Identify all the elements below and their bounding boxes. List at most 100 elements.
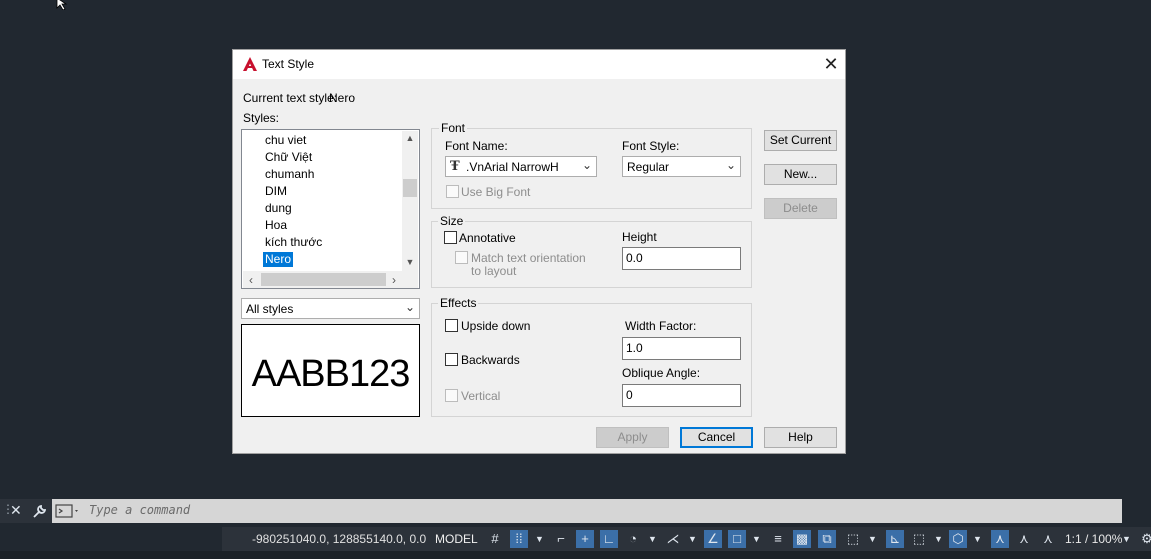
style-item-chu-viet[interactable]: chu viet (263, 133, 308, 148)
styles-vertical-scrollbar[interactable]: ▲ ▼ (402, 131, 418, 271)
chevron-down-icon: ⌄ (404, 300, 415, 314)
size-group-title: Size (438, 214, 466, 228)
effects-group-title: Effects (438, 296, 479, 310)
style-item-chumanh[interactable]: chumanh (263, 167, 316, 182)
ortho-mode-icon[interactable]: ∟ (600, 530, 618, 548)
polar-tracking-icon[interactable]: ◔ (624, 530, 642, 548)
lineweight-icon[interactable]: ≡ (769, 530, 787, 548)
style-item-hoa[interactable]: Hoa (263, 218, 289, 233)
font-name-select[interactable]: Ŧ .VnArial NarrowH ⌄ (445, 156, 597, 177)
selection-cycling-icon[interactable]: ⧉ (818, 530, 836, 548)
styles-filter-value: All styles (246, 302, 294, 316)
close-icon[interactable]: ✕ (821, 54, 841, 74)
chevron-down-icon[interactable]: ▼ (1122, 531, 1131, 547)
chevron-down-icon[interactable]: ▼ (934, 531, 943, 547)
apply-button[interactable]: Apply (596, 427, 669, 448)
isometric-drafting-icon[interactable]: ⋌ (664, 530, 682, 548)
font-name-value: .VnArial NarrowH (466, 160, 559, 174)
dynamic-input-icon[interactable]: + (576, 530, 594, 548)
chevron-down-icon[interactable]: ▼ (648, 531, 657, 547)
font-name-label: Font Name: (445, 139, 508, 153)
style-item-dung[interactable]: dung (263, 201, 294, 216)
transparency-icon[interactable]: ▩ (793, 530, 811, 548)
oblique-angle-input[interactable]: 0 (622, 384, 741, 407)
gizmo-icon[interactable]: ⬡ (949, 530, 967, 548)
annotation-visibility-icon[interactable]: ⋏ (991, 530, 1009, 548)
3d-object-snap-icon[interactable]: ⬚ (844, 530, 862, 548)
font-style-value: Regular (627, 160, 670, 174)
style-item-dim[interactable]: DIM (263, 184, 289, 199)
annotation-scale-icon[interactable]: ⋏ (1039, 530, 1057, 548)
snap-mode-icon[interactable]: ⁞⁞ (510, 530, 528, 548)
gear-icon[interactable]: ⚙ (1138, 530, 1151, 548)
dynamic-ucs-icon[interactable]: ⊾ (886, 530, 904, 548)
model-space-button[interactable]: MODEL (435, 532, 478, 546)
annotation-scale-readout[interactable]: 1:1 / 100% (1065, 532, 1122, 546)
current-style-label: Current text style: (243, 91, 338, 105)
chevron-down-icon[interactable]: ▼ (752, 531, 761, 547)
cancel-button[interactable]: Cancel (680, 427, 753, 448)
object-snap-tracking-icon[interactable]: ∠ (704, 530, 722, 548)
status-bar: -980251040.0, 128855140.0, 0.0 MODEL # ⁞… (222, 527, 1151, 551)
style-item-kich-thuoc[interactable]: kích thước (263, 235, 324, 250)
font-style-select[interactable]: Regular ⌄ (622, 156, 741, 177)
command-history-icon[interactable] (55, 503, 81, 519)
command-input[interactable]: Type a command (89, 503, 190, 517)
styles-listbox[interactable]: chu viet Chữ Việt chumanh DIM dung Hoa k… (241, 129, 420, 289)
scroll-down-icon[interactable]: ▼ (402, 257, 418, 267)
dialog-titlebar[interactable]: Text Style ✕ (233, 50, 845, 79)
annotative-checkbox[interactable] (444, 231, 457, 244)
command-line[interactable]: Type a command (52, 499, 1122, 523)
scroll-right-icon[interactable]: › (388, 273, 400, 287)
vertical-label: Vertical (461, 389, 501, 403)
selection-filtering-icon[interactable]: ⬚ (910, 530, 928, 548)
vertical-scroll-thumb[interactable] (403, 179, 417, 197)
chevron-down-icon: ⌄ (725, 158, 736, 172)
width-factor-input[interactable]: 1.0 (622, 337, 741, 360)
auto-scale-icon[interactable]: ⋏ (1015, 530, 1033, 548)
backwards-checkbox[interactable] (445, 353, 458, 366)
style-preview: AABB123 (241, 324, 420, 417)
width-factor-label: Width Factor: (625, 319, 697, 333)
use-big-font-checkbox[interactable] (446, 185, 459, 198)
font-style-label: Font Style: (622, 139, 680, 153)
chevron-down-icon[interactable]: ▼ (973, 531, 982, 547)
style-item-nero[interactable]: Nero (263, 252, 294, 267)
close-icon[interactable]: ✕ (10, 502, 22, 519)
set-current-button[interactable]: Set Current (764, 130, 837, 151)
horizontal-scroll-thumb[interactable] (261, 273, 386, 286)
oblique-angle-label: Oblique Angle: (622, 366, 701, 380)
infer-constraints-icon[interactable]: ⌐ (552, 530, 570, 548)
text-style-dialog: Text Style ✕ Current text style: Nero St… (232, 49, 846, 454)
height-input[interactable]: 0.0 (622, 247, 741, 270)
scroll-up-icon[interactable]: ▲ (402, 133, 418, 143)
font-group-title: Font (439, 121, 468, 135)
styles-filter-select[interactable]: All styles ⌄ (241, 298, 420, 319)
dialog-title: Text Style (262, 57, 315, 71)
autocad-logo-icon (243, 57, 257, 71)
scroll-left-icon[interactable]: ‹ (245, 273, 257, 287)
backwards-label: Backwards (461, 353, 520, 367)
wrench-icon[interactable] (32, 504, 47, 519)
grid-icon[interactable]: # (486, 530, 504, 548)
current-style-value: Nero (329, 91, 356, 105)
chevron-down-icon[interactable]: ▼ (688, 531, 697, 547)
help-button[interactable]: Help (764, 427, 837, 448)
chevron-down-icon[interactable]: ▼ (535, 531, 544, 547)
object-snap-icon[interactable]: □ (728, 530, 746, 548)
bottom-edge (0, 551, 1151, 559)
preview-text: AABB123 (251, 353, 411, 395)
upside-down-checkbox[interactable] (445, 319, 458, 332)
vertical-checkbox[interactable] (445, 389, 458, 402)
command-line-controls: ⋮ ✕ (0, 499, 52, 523)
delete-style-button[interactable]: Delete (764, 198, 837, 219)
chevron-down-icon[interactable]: ▼ (868, 531, 877, 547)
annotative-label: Annotative (459, 231, 516, 245)
style-item-chu-viet-unicode[interactable]: Chữ Việt (263, 150, 314, 165)
styles-horizontal-scrollbar[interactable]: ‹ › (243, 271, 403, 288)
height-value: 0.0 (626, 251, 643, 265)
height-label: Height (622, 230, 657, 244)
match-orientation-checkbox[interactable] (455, 251, 468, 264)
new-style-button[interactable]: New... (764, 164, 837, 185)
coordinates-readout[interactable]: -980251040.0, 128855140.0, 0.0 (252, 532, 426, 546)
